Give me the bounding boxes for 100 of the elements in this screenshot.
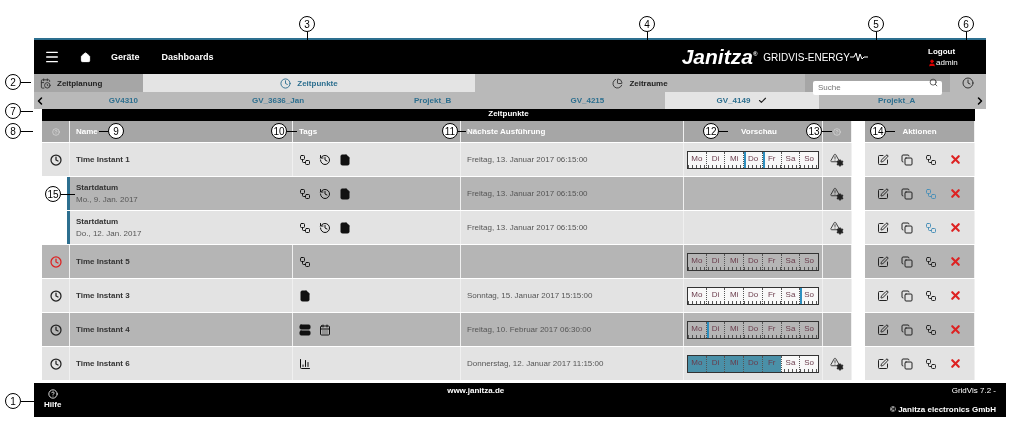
copy-icon[interactable] [901, 357, 913, 370]
check-icon [758, 96, 768, 105]
search-icon[interactable] [929, 78, 938, 87]
tab[interactable]: Zeitpunkte [143, 74, 475, 92]
day-label: Di [705, 151, 725, 168]
search-field[interactable]: Suche [813, 80, 942, 95]
delete-icon[interactable] [949, 289, 962, 302]
day-label: Sa [780, 151, 800, 168]
leader-line [458, 131, 466, 132]
leader-line [886, 131, 895, 132]
copy-icon[interactable] [901, 289, 913, 302]
start-date: Mo., 9. Jan. 2017 [76, 195, 139, 204]
day-label: So [799, 355, 819, 372]
delete-icon[interactable] [949, 221, 962, 234]
callout-number: 7 [5, 103, 21, 119]
delete-icon[interactable] [949, 153, 962, 166]
edit-icon[interactable] [877, 357, 889, 370]
day-label: Sa [780, 287, 800, 304]
day-label: So [799, 287, 819, 304]
warning-gear-icon [830, 186, 844, 201]
leader-line [99, 131, 108, 132]
edit-icon[interactable] [877, 187, 889, 200]
flow-icon[interactable] [925, 289, 937, 302]
nav-link[interactable]: Geräte [111, 52, 140, 62]
tab[interactable]: Zeitraume [475, 74, 805, 92]
day-label: Do [743, 355, 762, 372]
day-label: Mi [724, 355, 744, 372]
day-label: Di [705, 287, 725, 304]
day-label: Sa [780, 321, 800, 338]
nav-link[interactable]: Dashboards [161, 52, 214, 62]
flow-icon [299, 187, 311, 200]
flow-icon[interactable] [925, 323, 937, 336]
website-link[interactable]: www.janitza.de [447, 386, 505, 414]
callout-number: 3 [299, 16, 315, 32]
clock-icon [280, 77, 292, 89]
flow-icon [299, 255, 311, 268]
next-run: Freitag, 13. Januar 2017 06:15:00 [467, 223, 588, 232]
pie-icon [612, 77, 624, 89]
day-label: Mi [724, 151, 744, 168]
chart-icon [299, 357, 311, 370]
wave-icon [850, 52, 868, 62]
edit-icon[interactable] [877, 153, 889, 166]
day-label: Di [705, 321, 725, 338]
edit-icon[interactable] [877, 323, 889, 336]
day-label: So [799, 253, 819, 270]
menu-icon[interactable] [44, 49, 60, 65]
day-label: Di [705, 253, 725, 270]
copy-icon[interactable] [901, 323, 913, 336]
day-label: Fr [761, 151, 781, 168]
logout-link[interactable]: Logout [928, 47, 976, 56]
leader-line [719, 131, 728, 132]
next-run: Freitag, 10. Februar 2017 06:30:00 [467, 325, 592, 334]
day-label: Do [743, 253, 762, 270]
logo: Janitza$^{®}$ [681, 45, 758, 69]
document-icon [339, 153, 351, 166]
callout-number: 2 [5, 74, 21, 90]
clock-icon[interactable] [962, 77, 974, 89]
history-icon [319, 153, 331, 166]
delete-icon[interactable] [949, 357, 962, 370]
column-header: Nächste Ausführung [461, 121, 684, 142]
day-label: Fr [761, 321, 781, 338]
tab[interactable]: Zeitplanung [34, 74, 143, 92]
day-label: Fr [761, 253, 781, 270]
product-name: GRIDVIS-ENERGY [763, 51, 850, 63]
warning-gear-icon [830, 220, 844, 235]
row-title: Time Instant 4 [76, 325, 130, 334]
version-text: GridVis 7.2 - [951, 386, 996, 395]
day-label: Mo [688, 355, 706, 372]
next-run: Freitag, 13. Januar 2017 06:15:00 [467, 189, 588, 198]
callout-number: 15 [45, 186, 61, 202]
callout-number: 8 [5, 123, 21, 139]
copy-icon[interactable] [901, 187, 913, 200]
edit-icon[interactable] [877, 255, 889, 268]
flow-icon [299, 221, 311, 234]
server-icon [299, 323, 311, 336]
day-label: So [799, 151, 819, 168]
leader-line [61, 194, 75, 195]
edit-icon[interactable] [877, 221, 889, 234]
panel-title: Zeitpunkte [488, 109, 529, 120]
flow-icon[interactable] [925, 357, 937, 370]
copy-icon[interactable] [901, 153, 913, 166]
callout-number: 1 [5, 393, 21, 409]
leader-line [287, 131, 297, 132]
flow-icon[interactable] [925, 153, 937, 166]
calendar-clock-icon [40, 77, 51, 89]
home-icon[interactable] [80, 51, 91, 63]
day-label: Fr [761, 355, 781, 372]
callout-number: 5 [868, 16, 884, 32]
copy-icon[interactable] [901, 255, 913, 268]
warning-gear-icon [830, 152, 844, 167]
copy-icon[interactable] [901, 221, 913, 234]
day-label: Sa [780, 253, 800, 270]
edit-icon[interactable] [877, 289, 889, 302]
calendar-icon [319, 323, 331, 336]
project-tab[interactable]: GV_4149 [664, 92, 820, 109]
help-label[interactable]: Hilfe [44, 400, 62, 409]
row-title: Startdatum [76, 217, 120, 226]
flow-icon[interactable] [925, 255, 937, 268]
leader-line [21, 111, 33, 112]
start-date: Do., 12. Jan. 2017 [76, 229, 143, 238]
